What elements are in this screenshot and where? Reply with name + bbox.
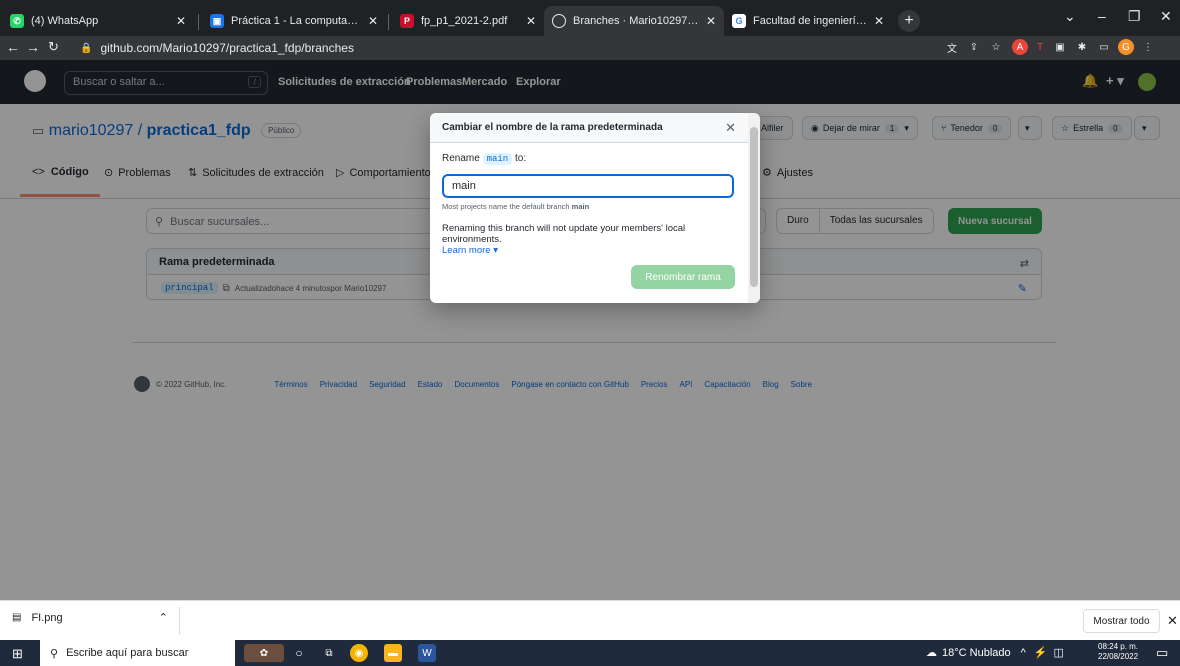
search-icon: ⚲ <box>50 647 59 660</box>
address-bar[interactable]: 🔒 github.com/Mario10297/practica1_fdp/br… <box>80 38 940 58</box>
windows-taskbar: ⊞ ⚲ Escribe aquí para buscar ✿ ○ ⧉ ◉ ▬ W… <box>0 640 1180 666</box>
cortana-doodle-icon[interactable]: ✿ <box>244 644 284 662</box>
network-icon[interactable]: ⚡ <box>1034 646 1048 659</box>
url-text: github.com/Mario10297/practica1_fdp/bran… <box>100 41 354 55</box>
tab-classroom[interactable]: ▣ Práctica 1 - La computación com ✕ <box>202 6 386 36</box>
close-icon[interactable]: ✕ <box>526 14 536 28</box>
close-icon[interactable]: ✕ <box>1167 613 1178 629</box>
chrome-icon[interactable]: ◉ <box>350 644 368 662</box>
chevron-up-icon[interactable]: ^ <box>1021 647 1026 659</box>
new-branch-name-input[interactable] <box>442 174 734 198</box>
learn-more-label: Learn more <box>442 245 491 256</box>
rename-branch-button[interactable]: Renombrar rama <box>631 265 735 289</box>
tab-title: Facultad de ingeniería - Búsqued <box>753 15 868 27</box>
tab-title: Práctica 1 - La computación com <box>231 15 362 27</box>
dialog-body: Rename main to: Most projects name the d… <box>430 143 760 266</box>
notification-center-icon[interactable]: ▭ <box>1156 645 1168 661</box>
share-icon[interactable]: ⇪ <box>966 39 982 55</box>
tab-google-search[interactable]: G Facultad de ingeniería - Búsqued ✕ <box>724 6 892 36</box>
close-icon[interactable]: ✕ <box>368 14 378 28</box>
task-view-icon[interactable]: ⧉ <box>320 644 338 662</box>
clock[interactable]: 08:24 p. m. 22/08/2022 <box>1098 642 1138 662</box>
profile-avatar[interactable]: G <box>1118 39 1134 55</box>
adblock-icon[interactable]: A <box>1012 39 1028 55</box>
github-icon <box>552 14 566 28</box>
tab-title: Branches · Mario10297/practica1 <box>573 15 700 27</box>
close-icon[interactable]: ✕ <box>706 14 716 28</box>
close-window-icon[interactable]: ✕ <box>1160 8 1172 25</box>
whatsapp-icon: ✆ <box>10 14 24 28</box>
hint-bold: main <box>571 202 590 211</box>
sidepanel-icon[interactable]: ▭ <box>1096 39 1112 55</box>
cortana-icon[interactable]: ○ <box>290 644 308 662</box>
chevron-up-icon[interactable]: ⌃ <box>159 611 168 624</box>
tab-title: (4) WhatsApp <box>31 15 99 27</box>
dialog-header: Cambiar el nombre de la rama predetermin… <box>430 113 760 143</box>
tab-separator <box>198 14 199 30</box>
volume-icon[interactable]: ◫ <box>1054 646 1064 659</box>
reload-icon[interactable]: ↻ <box>48 39 59 55</box>
system-tray: ☁ 18°C Nublado ^ ⚡ ◫ <box>926 646 1064 660</box>
windows-start-icon[interactable]: ⊞ <box>12 646 23 662</box>
chevron-down-icon: ▾ <box>493 245 499 256</box>
rename-prefix: Rename <box>442 153 480 164</box>
rename-label: Rename main to: <box>442 153 748 165</box>
puzzle-icon[interactable]: ✱ <box>1074 39 1090 55</box>
scrollbar-thumb[interactable] <box>750 127 758 287</box>
learn-more-link[interactable]: Learn more ▾ <box>442 245 748 256</box>
rename-warning: Renaming this branch will not update you… <box>442 223 686 245</box>
restore-icon[interactable]: ❐ <box>1128 8 1141 25</box>
tab-whatsapp[interactable]: ✆ (4) WhatsApp ✕ <box>2 6 194 36</box>
tab-github-branches[interactable]: Branches · Mario10297/practica1 ✕ <box>544 6 724 36</box>
file-explorer-icon[interactable]: ▬ <box>384 644 402 662</box>
tab-pdf[interactable]: P fp_p1_2021-2.pdf ✕ <box>392 6 544 36</box>
bookmark-star-icon[interactable]: ☆ <box>988 39 1004 55</box>
forward-icon[interactable]: → <box>26 39 40 55</box>
cloud-icon: ☁ <box>926 647 937 659</box>
clock-time: 08:24 p. m. <box>1098 642 1139 651</box>
close-icon[interactable]: ✕ <box>874 14 884 28</box>
close-icon[interactable]: ✕ <box>725 120 736 136</box>
pdf-icon: P <box>400 14 414 28</box>
dialog-title: Cambiar el nombre de la rama predetermin… <box>442 122 663 133</box>
close-icon[interactable]: ✕ <box>176 14 186 28</box>
tab-separator <box>388 14 389 30</box>
back-icon[interactable]: ← <box>6 39 20 55</box>
download-item[interactable]: ▤ FI.png ⌃ <box>12 611 168 625</box>
branch-name-hint: Most projects name the default branch ma… <box>442 202 748 211</box>
google-icon: G <box>732 14 746 28</box>
tab-title: fp_p1_2021-2.pdf <box>421 15 508 27</box>
word-icon[interactable]: W <box>418 644 436 662</box>
taskbar-search-input[interactable]: ⚲ Escribe aquí para buscar <box>40 640 235 666</box>
download-filename: FI.png <box>31 611 63 624</box>
download-bar: ▤ FI.png ⌃ Mostrar todo ✕ <box>0 600 1180 640</box>
clock-date: 22/08/2022 <box>1098 652 1139 661</box>
file-icon: ▤ <box>12 612 22 623</box>
show-all-button[interactable]: Mostrar todo <box>1083 609 1160 633</box>
browser-toolbar: ← → ↻ 🔒 github.com/Mario10297/practica1_… <box>0 36 1180 60</box>
rename-branch-dialog: Cambiar el nombre de la rama predetermin… <box>430 113 760 303</box>
current-branch-code: main <box>482 153 513 165</box>
tab-search-icon[interactable]: ⌄ <box>1064 8 1076 25</box>
rename-suffix: to: <box>514 153 527 164</box>
minimize-icon[interactable]: – <box>1098 8 1106 24</box>
extension-icon[interactable]: ▣ <box>1052 39 1068 55</box>
lock-icon: 🔒 <box>80 42 93 54</box>
translate-icon[interactable]: 文 <box>944 39 960 55</box>
dialog-scrollbar[interactable] <box>748 113 760 303</box>
new-tab-button[interactable]: + <box>898 10 920 32</box>
taskbar-search-placeholder: Escribe aquí para buscar <box>66 647 189 659</box>
menu-icon[interactable]: ⋮ <box>1140 39 1156 55</box>
extension-tp-icon[interactable]: T <box>1032 39 1048 55</box>
download-divider <box>179 607 180 635</box>
classroom-icon: ▣ <box>210 14 224 28</box>
browser-tabstrip: ✆ (4) WhatsApp ✕ ▣ Práctica 1 - La compu… <box>0 0 1180 36</box>
weather-text[interactable]: 18°C Nublado <box>942 647 1011 659</box>
hint-text: Most projects name the default branch <box>442 202 570 211</box>
